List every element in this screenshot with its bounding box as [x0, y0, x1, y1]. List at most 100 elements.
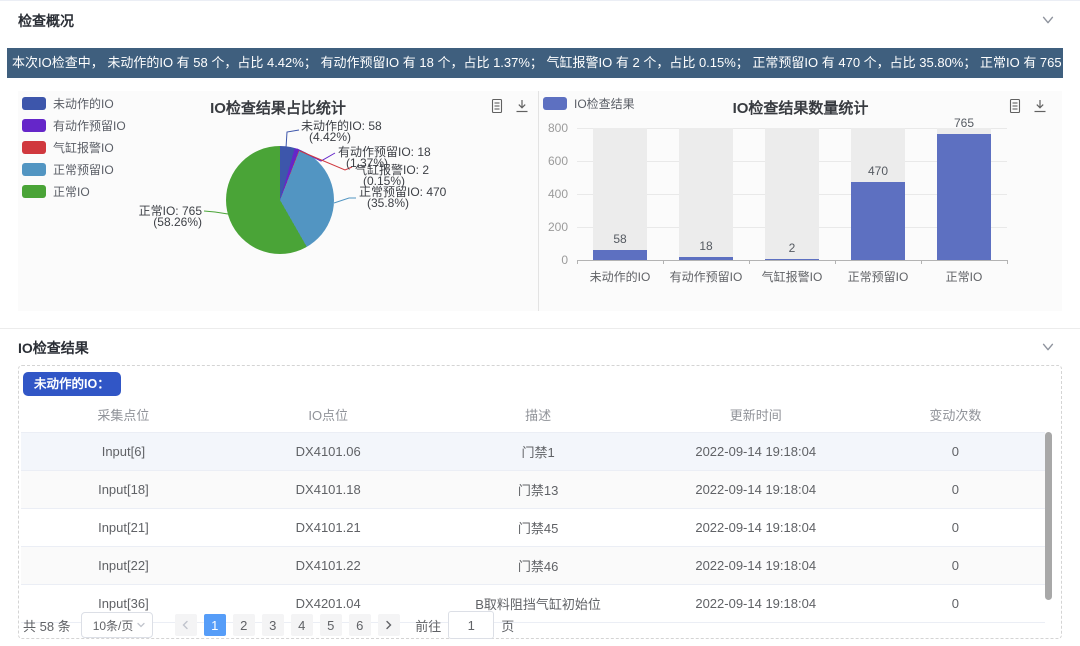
page-size-value: 10条/页 — [93, 617, 134, 634]
page-button-1[interactable]: 1 — [204, 614, 226, 636]
axis-tick — [749, 260, 750, 264]
legend-item[interactable]: 正常预留IO — [22, 163, 126, 176]
bar-plot: 020040060080058未动作的IO18有动作预留IO2气缸报警IO470… — [577, 128, 1007, 260]
table-cell: 门禁46 — [431, 547, 646, 585]
bar[interactable] — [679, 257, 733, 260]
legend-swatch — [22, 141, 46, 154]
section-overview-title: 检查概况 — [18, 11, 74, 31]
table-cell: DX4101.18 — [226, 471, 431, 509]
legend-swatch — [22, 185, 46, 198]
legend-item[interactable]: IO检查结果 — [543, 97, 635, 110]
goto-page-input[interactable] — [448, 611, 494, 639]
legend-item[interactable]: 气缸报警IO — [22, 141, 126, 154]
table-row[interactable]: Input[22]DX4101.22门禁462022-09-14 19:18:0… — [21, 547, 1045, 585]
pie-label-normal-reserved: 正常预留IO: 470 (35.8%) — [359, 187, 446, 209]
x-axis-line — [577, 260, 1007, 261]
page-button-5[interactable]: 5 — [320, 614, 342, 636]
legend-label: 未动作的IO — [53, 95, 114, 112]
legend-swatch — [543, 97, 567, 110]
table-cell: DX4101.22 — [226, 547, 431, 585]
y-axis-tick-label: 600 — [548, 154, 568, 168]
pie-legend: 未动作的IO 有动作预留IO 气缸报警IO 正常预留IO 正常IO — [22, 97, 126, 207]
table-cell: DX4101.21 — [226, 509, 431, 547]
bar-value-label: 470 — [835, 164, 921, 178]
pie-label-normal: 正常IO: 765 (58.26%) — [82, 206, 202, 228]
x-axis-category-label: 有动作预留IO — [663, 268, 749, 285]
bar-slot: 18有动作预留IO — [663, 128, 749, 260]
table-cell: 2022-09-14 19:18:04 — [646, 433, 866, 471]
bar[interactable] — [593, 250, 647, 260]
table-row[interactable]: Input[6]DX4101.06门禁12022-09-14 19:18:040 — [21, 433, 1045, 471]
legend-label: 有动作预留IO — [53, 117, 126, 134]
x-axis-category-label: 正常IO — [921, 268, 1007, 285]
next-page-button[interactable] — [378, 614, 400, 636]
bar-slot: 2气缸报警IO — [749, 128, 835, 260]
bar[interactable] — [851, 182, 905, 260]
filter-tag-not-actuated[interactable]: 未动作的IO： — [23, 372, 121, 396]
table-cell: 门禁1 — [431, 433, 646, 471]
table-cell: 0 — [866, 509, 1045, 547]
page-size-select[interactable]: 10条/页 — [81, 612, 153, 638]
table-header-cell: 更新时间 — [646, 396, 866, 433]
pagination-total: 共 58 条 — [23, 616, 71, 635]
legend-swatch — [22, 119, 46, 132]
y-axis-tick-label: 800 — [548, 121, 568, 135]
prev-page-button[interactable] — [175, 614, 197, 636]
table-row[interactable]: Input[21]DX4101.21门禁452022-09-14 19:18:0… — [21, 509, 1045, 547]
page-button-4[interactable]: 4 — [291, 614, 313, 636]
table-header-cell: 描述 — [431, 396, 646, 433]
page-buttons: 123456 — [200, 614, 374, 636]
table-cell: Input[18] — [21, 471, 226, 509]
bar-value-label: 58 — [577, 232, 663, 246]
table-cell: DX4101.06 — [226, 433, 431, 471]
page-button-3[interactable]: 3 — [262, 614, 284, 636]
chevron-down-icon[interactable] — [1040, 13, 1056, 27]
table-row[interactable]: Input[18]DX4101.18门禁132022-09-14 19:18:0… — [21, 471, 1045, 509]
bar-value-label: 18 — [663, 239, 749, 253]
legend-item[interactable]: 有动作预留IO — [22, 119, 126, 132]
page-button-6[interactable]: 6 — [349, 614, 371, 636]
chevron-down-icon[interactable] — [1040, 340, 1056, 354]
bar-chart-panel: IO检查结果数量统计 IO检查结果 — [539, 91, 1062, 311]
legend-label: IO检查结果 — [574, 95, 635, 112]
table-cell: 0 — [866, 471, 1045, 509]
table-header-cell: 采集点位 — [21, 396, 226, 433]
pie-chart[interactable] — [226, 146, 334, 254]
pie-label-not-actuated: 未动作的IO: 58 (4.42%) — [301, 121, 382, 143]
axis-tick — [921, 260, 922, 264]
table-cell: Input[21] — [21, 509, 226, 547]
bar-legend: IO检查结果 — [543, 97, 635, 119]
table-cell: Input[6] — [21, 433, 226, 471]
x-axis-category-label: 正常预留IO — [835, 268, 921, 285]
download-icon[interactable] — [1032, 98, 1048, 114]
results-container: 未动作的IO： 采集点位IO点位描述更新时间变动次数 Input[6]DX410… — [18, 365, 1062, 639]
table-cell: 2022-09-14 19:18:04 — [646, 471, 866, 509]
io-inspection-dashboard: 检查概况 本次IO检查中， 未动作的IO 有 58 个，占比 4.42%； 有动… — [0, 0, 1080, 646]
legend-item[interactable]: 正常IO — [22, 185, 126, 198]
y-axis-tick-label: 400 — [548, 187, 568, 201]
goto-unit: 页 — [501, 616, 514, 635]
table-header-cell: 变动次数 — [866, 396, 1045, 433]
page-button-2[interactable]: 2 — [233, 614, 255, 636]
chevron-down-icon — [136, 621, 146, 629]
bar-slot: 470正常预留IO — [835, 128, 921, 260]
table-cell: 门禁45 — [431, 509, 646, 547]
goto-label: 前往 — [415, 616, 441, 635]
bar-toolbox — [1007, 98, 1048, 114]
table-header-row: 采集点位IO点位描述更新时间变动次数 — [21, 396, 1045, 433]
y-axis-tick-label: 200 — [548, 220, 568, 234]
pie-label-cylinder-alarm: 气缸报警IO: 2 (0.15%) — [355, 165, 429, 187]
data-view-icon[interactable] — [489, 98, 505, 114]
table-cell: 门禁13 — [431, 471, 646, 509]
table-scrollbar[interactable] — [1045, 432, 1052, 600]
data-view-icon[interactable] — [1007, 98, 1023, 114]
section-results-title: IO检查结果 — [18, 338, 89, 358]
bar[interactable] — [765, 259, 819, 260]
legend-label: 气缸报警IO — [53, 139, 114, 156]
legend-item[interactable]: 未动作的IO — [22, 97, 126, 110]
bar-value-label: 2 — [749, 241, 835, 255]
bar[interactable] — [937, 134, 991, 260]
download-icon[interactable] — [514, 98, 530, 114]
legend-label: 正常预留IO — [53, 161, 114, 178]
table-header-cell: IO点位 — [226, 396, 431, 433]
